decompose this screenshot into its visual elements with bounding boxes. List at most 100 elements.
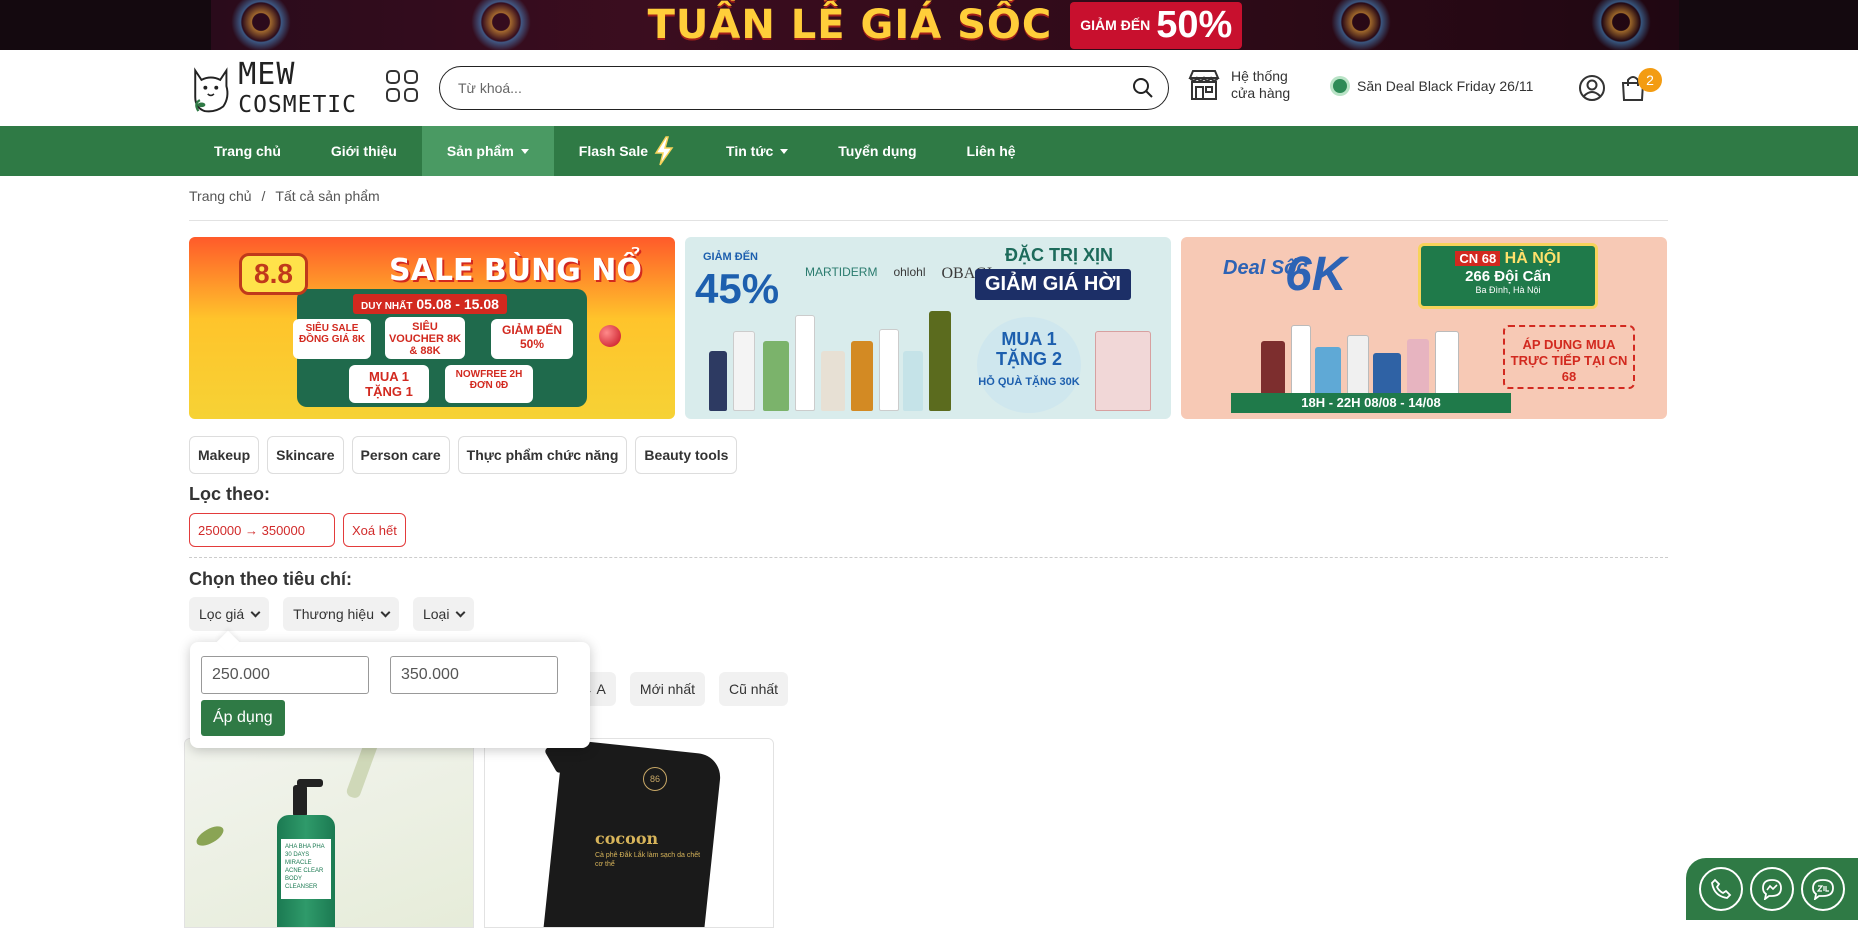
ball-decoration — [599, 325, 621, 347]
banner-offer-box: MUA 1 TẶNG 1 — [349, 365, 429, 403]
banner-title-1: ĐẶC TRỊ XỊN — [1005, 245, 1113, 265]
category-grid-icon[interactable] — [386, 70, 418, 102]
price-filter-dropdown[interactable]: Lọc giá — [189, 597, 270, 631]
nav-item-careers[interactable]: Tuyển dụng — [813, 126, 941, 176]
cart-count-badge: 2 — [1638, 68, 1662, 92]
search-icon[interactable] — [1132, 77, 1154, 99]
nav-item-products[interactable]: Sản phẩm — [421, 126, 554, 176]
category-chip-skincare[interactable]: Skincare — [267, 436, 344, 474]
banner-offer-box: SIÊU VOUCHER 8K & 88K — [385, 317, 465, 359]
promo-banner[interactable]: TUẦN LỄ GIÁ SỐC GIẢM ĐẾN 50% — [0, 0, 1858, 50]
promo-badge-label: GIẢM ĐẾN — [1080, 16, 1151, 33]
cat-logo-icon — [194, 67, 229, 113]
banner-sale-88[interactable]: 8.8 SALE BÙNG NỔ DUY NHẤT 05.08 - 15.08 … — [189, 237, 675, 419]
pump-graphic — [293, 785, 307, 817]
product-bottle-graphic — [929, 311, 951, 411]
banner-skincare[interactable]: GIẢM ĐẾN 45% MARTIDERM ohlohl OBAGI ĐẶC … — [685, 237, 1171, 419]
product-brand: cocoon — [595, 829, 659, 848]
promo-title: TUẦN LỄ GIÁ SỐC — [647, 2, 1053, 48]
logo-line-2: COSMETIC — [238, 92, 357, 118]
banner-date: DUY NHẤT 05.08 - 15.08 — [353, 294, 507, 314]
phone-icon — [1711, 878, 1732, 899]
banner-deal-price: 6K — [1285, 248, 1347, 301]
sort-newest[interactable]: Mới nhất — [629, 672, 705, 706]
active-filters: 250000 → 350000 Xoá hết — [189, 513, 406, 547]
zalo-button[interactable] — [1801, 867, 1845, 911]
category-chip-beauty-tools[interactable]: Beauty tools — [635, 436, 738, 474]
product-box-graphic — [1095, 331, 1151, 411]
nav-label: Liên hệ — [966, 143, 1016, 159]
product-label: AHA BHA PHA 30 DAYS MIRACLE ACNE CLEAR B… — [281, 839, 331, 899]
product-seal-icon: 86 — [643, 767, 667, 791]
category-chip-makeup[interactable]: Makeup — [189, 436, 260, 474]
product-label: Cà phê Đắk Lắk làm sạch da chết cơ thể — [595, 852, 701, 868]
nav-label: Trang chủ — [214, 143, 281, 159]
nav-item-about[interactable]: Giới thiệu — [306, 126, 422, 176]
banner-deal-6k[interactable]: Deal Sốc 6K CN 68 HÀ NỘI 266 Đội Cấn Ba … — [1181, 237, 1667, 419]
active-filter-price[interactable]: 250000 → 350000 — [189, 513, 335, 547]
banner-discount-value: 45% — [695, 265, 780, 312]
filter-label: Lọc theo: — [189, 484, 270, 504]
floating-contact-bar — [1686, 858, 1858, 920]
store-system-link[interactable]: Hệ thống cửa hàng — [1187, 68, 1290, 102]
banner-title-2: GIẢM GIÁ HỜI — [975, 269, 1131, 300]
banner-offer-circle: MUA 1 TẶNG 2 HỖ QUÀ TẶNG 30K — [977, 317, 1081, 413]
category-chip-person-care[interactable]: Person care — [351, 436, 450, 474]
product-card[interactable]: AHA BHA PHA 30 DAYS MIRACLE ACNE CLEAR B… — [184, 738, 474, 928]
user-icon[interactable] — [1578, 74, 1606, 102]
breadcrumb-home[interactable]: Trang chủ — [189, 188, 252, 204]
banner-offer-box: GIẢM ĐẾN 50% — [491, 319, 573, 359]
nav-item-news[interactable]: Tin tức — [701, 126, 813, 176]
site-logo[interactable]: MEW COSMETIC — [189, 58, 357, 122]
store-label-1: Hệ thống — [1231, 68, 1288, 84]
product-bottle-graphic — [879, 329, 899, 411]
banner-time: 18H - 22H 08/08 - 14/08 — [1231, 393, 1511, 413]
search-input[interactable] — [458, 80, 1132, 96]
nav-item-contact[interactable]: Liên hệ — [942, 126, 1041, 176]
promo-discount-badge: GIẢM ĐẾN 50% — [1070, 1, 1243, 49]
clear-filters-button[interactable]: Xoá hết — [343, 513, 406, 547]
brand-label: ohlohl — [893, 265, 926, 279]
chevron-down-icon — [250, 607, 261, 617]
criteria-label: Chọn theo tiêu chí: — [189, 569, 352, 589]
zalo-icon — [1812, 879, 1834, 900]
firework-decoration — [1591, 0, 1651, 50]
banner-title: SALE BÙNG NỔ — [389, 253, 642, 288]
firework-decoration — [1331, 0, 1391, 50]
apply-price-button[interactable]: Áp dụng — [201, 700, 285, 736]
promo-banners: 8.8 SALE BÙNG NỔ DUY NHẤT 05.08 - 15.08 … — [189, 237, 1667, 419]
firework-decoration — [471, 0, 531, 50]
banner-offer-box: SIÊU SALE ĐỒNG GIÁ 8K — [293, 319, 371, 359]
dropdown-label: Loại — [422, 606, 450, 622]
dropdown-label: Lọc giá — [199, 606, 245, 622]
banner-offer-box: NOWFREE 2H ĐƠN 0Đ — [445, 365, 533, 403]
product-bottle-graphic — [709, 351, 727, 411]
nav-item-flash-sale[interactable]: Flash Sale — [554, 126, 701, 176]
brand-filter-dropdown[interactable]: Thương hiệu — [283, 597, 399, 631]
banner-store-card: CN 68 HÀ NỘI 266 Đội Cấn Ba Đình, Hà Nội — [1418, 243, 1598, 309]
messenger-button[interactable] — [1750, 867, 1794, 911]
brand-label: MARTIDERM — [805, 265, 878, 279]
phone-button[interactable] — [1699, 867, 1743, 911]
price-min-input[interactable] — [201, 656, 369, 694]
sort-oldest[interactable]: Cũ nhất — [719, 672, 789, 706]
chevron-down-icon — [456, 607, 466, 617]
logo-line-1: MEW — [238, 57, 296, 92]
breadcrumb-separator: / — [261, 188, 266, 204]
product-bottle-graphic — [795, 315, 815, 411]
promo-banner-image[interactable]: TUẦN LỄ GIÁ SỐC GIẢM ĐẾN 50% — [211, 0, 1679, 50]
type-filter-dropdown[interactable]: Loại — [412, 597, 475, 631]
logo-wordmark: MEW COSMETIC — [238, 60, 357, 120]
banner-88-badge: 8.8 — [239, 253, 308, 295]
product-bottle-graphic — [903, 351, 923, 411]
product-card[interactable]: 86 cocoon Cà phê Đắk Lắk làm sạch da chế… — [484, 738, 774, 928]
category-chip-supplements[interactable]: Thực phẩm chức năng — [457, 436, 628, 474]
live-dot-icon — [1333, 79, 1347, 93]
price-max-input[interactable] — [390, 656, 558, 694]
nav-label: Giới thiệu — [330, 143, 397, 159]
category-filter-list: Makeup Skincare Person care Thực phẩm ch… — [189, 436, 738, 474]
breadcrumb-current: Tất cả sản phẩm — [275, 188, 380, 204]
deal-link[interactable]: Săn Deal Black Friday 26/11 — [1333, 78, 1533, 94]
messenger-icon — [1762, 879, 1782, 900]
nav-item-home[interactable]: Trang chủ — [189, 126, 306, 176]
